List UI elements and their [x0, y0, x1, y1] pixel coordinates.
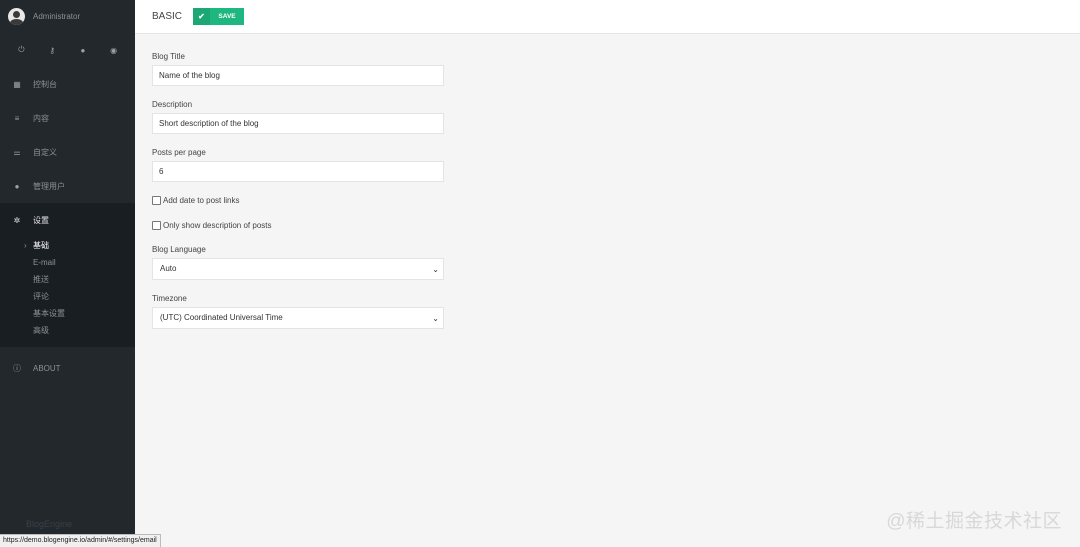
- add-date-checkbox[interactable]: [152, 196, 161, 205]
- description-input[interactable]: [152, 113, 444, 134]
- dashboard-icon: ▦: [13, 79, 21, 89]
- only-desc-checkbox[interactable]: [152, 221, 161, 230]
- save-button-label: SAVE: [218, 13, 236, 20]
- nav-about-label: ABOUT: [33, 363, 61, 373]
- settings-form: Blog Title Description Posts per page Ad…: [152, 52, 444, 343]
- submenu-email[interactable]: E-mail: [33, 254, 135, 271]
- language-label: Blog Language: [152, 245, 206, 254]
- watermark: @稀土掘金技术社区: [886, 511, 1062, 532]
- timezone-label: Timezone: [152, 294, 187, 303]
- submenu-comments[interactable]: 评论: [33, 288, 135, 305]
- timezone-value: (UTC) Coordinated Universal Time: [160, 313, 283, 322]
- avatar[interactable]: [8, 8, 25, 25]
- footer-logo: BlogEngine: [26, 519, 73, 529]
- description-label: Description: [152, 100, 193, 109]
- language-value: Auto: [160, 264, 177, 273]
- nav-about[interactable]: ⓘ ABOUT: [0, 351, 135, 385]
- submenu-push[interactable]: 推送: [33, 271, 135, 288]
- page-title: BASIC: [152, 11, 183, 22]
- add-date-row[interactable]: Add date to post links: [152, 195, 444, 206]
- chevron-down-icon: ⌄: [432, 314, 439, 323]
- language-group: Blog Language Auto ⌄: [152, 245, 444, 280]
- key-icon[interactable]: ⚷: [46, 46, 58, 55]
- globe-icon[interactable]: ◉: [108, 46, 120, 55]
- top-bar: BASIC ✔ SAVE: [135, 0, 1080, 34]
- user-icon[interactable]: ●: [77, 46, 89, 55]
- user-icon: ●: [14, 181, 20, 191]
- posts-per-page-label: Posts per page: [152, 148, 206, 157]
- nav-custom[interactable]: ⚌ 自定义: [0, 135, 135, 169]
- status-bar-url: https://demo.blogengine.io/admin/#/setti…: [0, 534, 161, 547]
- posts-per-page-group: Posts per page: [152, 148, 444, 182]
- blog-title-label: Blog Title: [152, 52, 185, 61]
- blog-title-input[interactable]: [152, 65, 444, 86]
- nav-dashboard[interactable]: ▦ 控制台: [0, 67, 135, 101]
- only-desc-row[interactable]: Only show description of posts: [152, 220, 444, 231]
- chevron-down-icon: ⌄: [432, 265, 439, 274]
- sidebar: Administrator ⏻ ⚷ ● ◉ ▦ 控制台 ≡ 内容 ⚌ 自定义 ●…: [0, 0, 135, 547]
- check-icon: ✔: [193, 8, 211, 25]
- timezone-group: Timezone (UTC) Coordinated Universal Tim…: [152, 294, 444, 329]
- submenu-general[interactable]: 基本设置: [33, 305, 135, 322]
- timezone-select[interactable]: (UTC) Coordinated Universal Time ⌄: [152, 307, 444, 329]
- info-icon: ⓘ: [13, 363, 21, 373]
- blog-title-group: Blog Title: [152, 52, 444, 86]
- description-group: Description: [152, 100, 444, 134]
- user-name[interactable]: Administrator: [33, 12, 80, 21]
- submenu-basic[interactable]: 基础: [24, 237, 135, 254]
- nav-custom-label: 自定义: [33, 147, 57, 157]
- power-icon[interactable]: ⏻: [15, 45, 27, 55]
- nav-content-label: 内容: [33, 113, 49, 123]
- posts-per-page-input[interactable]: [152, 161, 444, 182]
- add-date-label: Add date to post links: [163, 196, 240, 205]
- nav-dashboard-label: 控制台: [33, 79, 57, 89]
- settings-submenu: 基础 E-mail 推送 评论 基本设置 高级: [0, 237, 135, 339]
- nav-settings[interactable]: ✲ 设置: [0, 203, 135, 237]
- settings-section: ✲ 设置 基础 E-mail 推送 评论 基本设置 高级: [0, 203, 135, 347]
- sliders-icon: ⚌: [13, 147, 21, 157]
- language-select[interactable]: Auto ⌄: [152, 258, 444, 280]
- save-button[interactable]: ✔ SAVE: [193, 8, 245, 25]
- gear-icon: ✲: [13, 215, 21, 225]
- nav-content[interactable]: ≡ 内容: [0, 101, 135, 135]
- list-icon: ≡: [14, 113, 20, 123]
- nav-users[interactable]: ● 管理用户: [0, 169, 135, 203]
- submenu-advanced[interactable]: 高级: [33, 322, 135, 339]
- user-panel[interactable]: Administrator: [0, 0, 135, 33]
- nav-settings-label: 设置: [33, 215, 49, 225]
- only-desc-label: Only show description of posts: [163, 221, 272, 230]
- nav-users-label: 管理用户: [33, 181, 65, 191]
- quick-actions: ⏻ ⚷ ● ◉: [0, 33, 135, 67]
